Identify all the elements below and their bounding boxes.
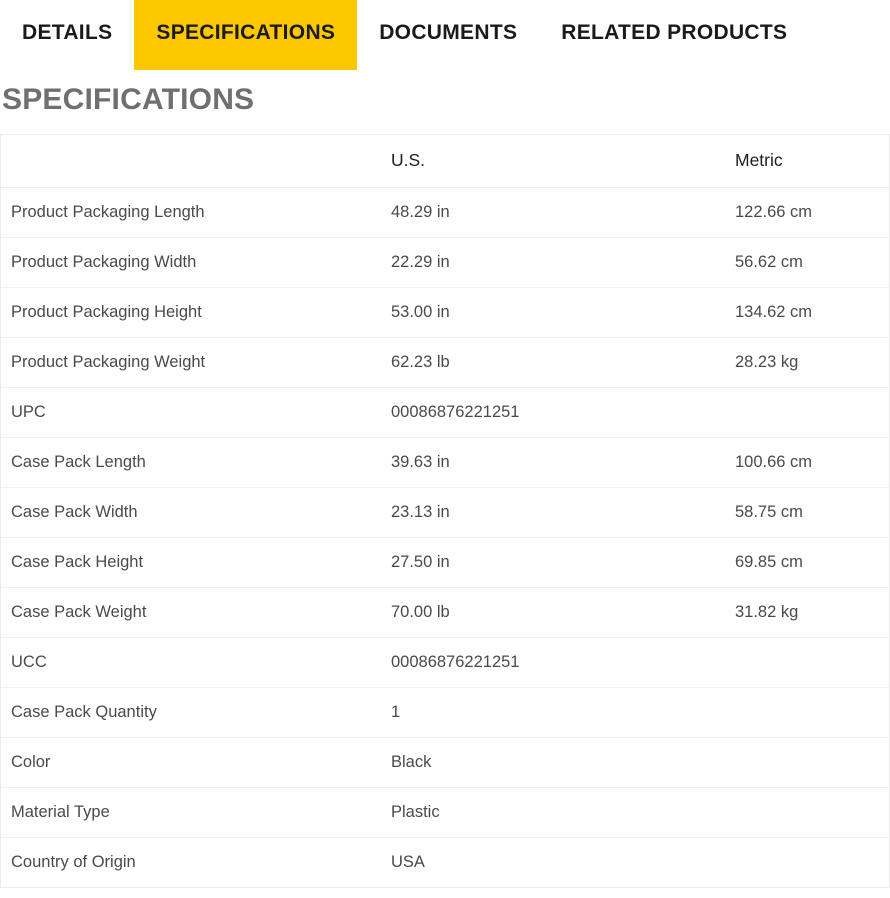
spec-value-us: 00086876221251 xyxy=(381,637,725,688)
table-header-row: U.S. Metric xyxy=(1,135,889,188)
spec-label: Color xyxy=(1,737,381,788)
spec-value-us: 27.50 in xyxy=(381,537,725,588)
table-row: Case Pack Quantity 1 xyxy=(1,687,889,738)
spec-value-us: 23.13 in xyxy=(381,487,725,538)
spec-value-metric: 56.62 cm xyxy=(725,237,889,288)
spec-value-metric xyxy=(725,837,889,888)
column-header-attribute xyxy=(1,135,381,188)
product-tab-bar: DETAILS SPECIFICATIONS DOCUMENTS RELATED PR… xyxy=(0,0,890,70)
table-row: Case Pack Height 27.50 in 69.85 cm xyxy=(1,537,889,588)
spec-label: Country of Origin xyxy=(1,837,381,888)
table-row: Product Packaging Weight 62.23 lb 28.23 kg xyxy=(1,337,889,388)
tab-related-products[interactable]: RELATED PRODUCTS xyxy=(539,0,809,70)
spec-value-metric: 69.85 cm xyxy=(725,537,889,588)
table-row: Case Pack Weight 70.00 lb 31.82 kg xyxy=(1,587,889,638)
spec-value-us: Black xyxy=(381,737,725,788)
spec-label: Product Packaging Height xyxy=(1,287,381,338)
table-row: Product Packaging Width 22.29 in 56.62 cm xyxy=(1,237,889,288)
tab-specifications[interactable]: SPECIFICATIONS xyxy=(134,0,358,70)
tab-details[interactable]: DETAILS xyxy=(0,0,134,70)
page-title: SPECIFICATIONS xyxy=(2,83,255,116)
table-row: Case Pack Length 39.63 in 100.66 cm xyxy=(1,437,889,488)
spec-value-metric xyxy=(725,637,889,688)
table-row: Color Black xyxy=(1,737,889,788)
spec-value-metric xyxy=(725,387,889,438)
spec-value-metric: 31.82 kg xyxy=(725,587,889,638)
specifications-table-body: Product Packaging Length 48.29 in 122.66 c… xyxy=(1,187,889,888)
spec-label: Product Packaging Length xyxy=(1,187,381,238)
table-row: Case Pack Width 23.13 in 58.75 cm xyxy=(1,487,889,538)
spec-label: Case Pack Width xyxy=(1,487,381,538)
spec-value-metric xyxy=(725,687,889,738)
spec-value-us: 22.29 in xyxy=(381,237,725,288)
table-row: Product Packaging Height 53.00 in 134.62 c… xyxy=(1,287,889,338)
spec-value-metric xyxy=(725,787,889,838)
spec-value-us: 62.23 lb xyxy=(381,337,725,388)
specifications-table-head: U.S. Metric xyxy=(1,135,889,188)
spec-value-us: 53.00 in xyxy=(381,287,725,338)
spec-value-us: 00086876221251 xyxy=(381,387,725,438)
table-row: Country of Origin USA xyxy=(1,837,889,888)
spec-value-metric: 58.75 cm xyxy=(725,487,889,538)
spec-value-us: 48.29 in xyxy=(381,187,725,238)
spec-value-metric: 28.23 kg xyxy=(725,337,889,388)
specifications-table-container: U.S. Metric Product Packaging Length 48.2… xyxy=(0,134,890,888)
spec-value-us: Plastic xyxy=(381,787,725,838)
spec-label: UPC xyxy=(1,387,381,438)
column-header-metric: Metric xyxy=(725,135,889,188)
spec-value-us: 1 xyxy=(381,687,725,738)
spec-value-metric: 122.66 cm xyxy=(725,187,889,238)
specifications-table: U.S. Metric Product Packaging Length 48.2… xyxy=(1,135,889,888)
spec-value-us: 70.00 lb xyxy=(381,587,725,638)
spec-label: Product Packaging Weight xyxy=(1,337,381,388)
table-row: UCC 00086876221251 xyxy=(1,637,889,688)
spec-value-us: USA xyxy=(381,837,725,888)
table-row: Material Type Plastic xyxy=(1,787,889,838)
spec-label: Material Type xyxy=(1,787,381,838)
spec-label: Case Pack Length xyxy=(1,437,381,488)
table-row: Product Packaging Length 48.29 in 122.66 c… xyxy=(1,187,889,238)
spec-label: Case Pack Quantity xyxy=(1,687,381,738)
spec-label: Case Pack Weight xyxy=(1,587,381,638)
spec-label: Case Pack Height xyxy=(1,537,381,588)
table-row: UPC 00086876221251 xyxy=(1,387,889,438)
spec-value-us: 39.63 in xyxy=(381,437,725,488)
spec-label: Product Packaging Width xyxy=(1,237,381,288)
spec-value-metric: 100.66 cm xyxy=(725,437,889,488)
tab-documents[interactable]: DOCUMENTS xyxy=(357,0,539,70)
spec-label: UCC xyxy=(1,637,381,688)
column-header-us: U.S. xyxy=(381,135,725,188)
spec-value-metric: 134.62 cm xyxy=(725,287,889,338)
spec-value-metric xyxy=(725,737,889,788)
